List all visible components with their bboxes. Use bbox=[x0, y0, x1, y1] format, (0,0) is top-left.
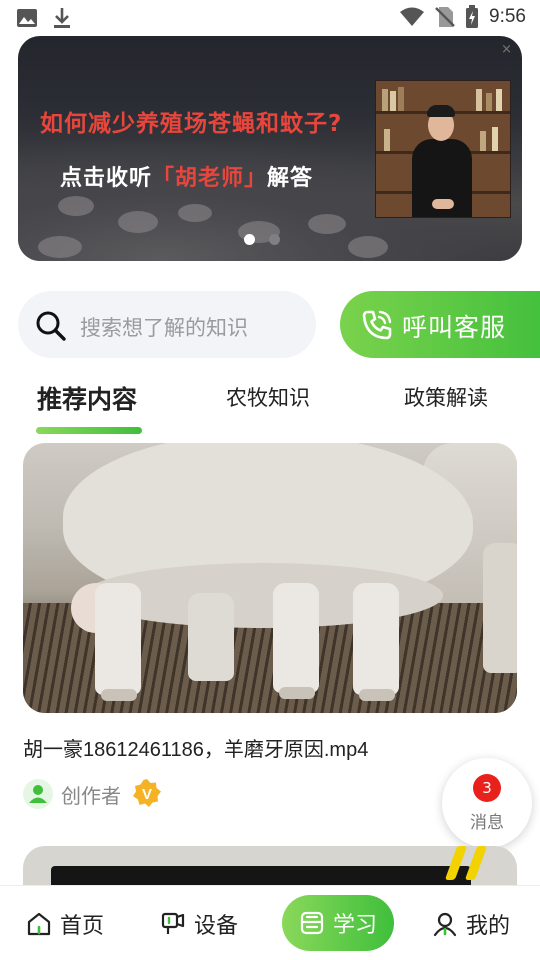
sheep-leg bbox=[483, 543, 517, 673]
sheep-hoof bbox=[359, 689, 395, 701]
nav-mine[interactable]: 我的 bbox=[432, 908, 510, 940]
book bbox=[496, 89, 502, 111]
book bbox=[486, 93, 492, 111]
tab-farming-knowledge[interactable]: 农牧知识 bbox=[226, 382, 310, 412]
thumbnail-yellow-mark bbox=[464, 846, 488, 880]
profile-icon bbox=[433, 912, 457, 937]
sheep-leg bbox=[188, 593, 234, 681]
book bbox=[384, 129, 390, 151]
book bbox=[390, 91, 396, 111]
carousel-dot[interactable] bbox=[269, 234, 280, 245]
banner-subtitle-prefix: 点击收听 bbox=[60, 166, 153, 191]
messages-button[interactable]: 3 消息 bbox=[442, 758, 532, 848]
tab-policy-interpretation[interactable]: 政策解读 bbox=[404, 382, 488, 412]
author-name: 创作者 bbox=[61, 784, 121, 808]
device-icon bbox=[161, 912, 185, 934]
banner-sheep bbox=[308, 214, 346, 234]
user-icon bbox=[29, 785, 47, 803]
nav-devices-label: 设备 bbox=[194, 914, 239, 939]
book bbox=[476, 89, 482, 111]
carousel-dots bbox=[244, 234, 280, 245]
bottom-navigation: 首页 设备 学习 我的 bbox=[0, 885, 540, 960]
speaker-hands bbox=[432, 199, 454, 209]
tab-recommended[interactable]: 推荐内容 bbox=[37, 380, 137, 416]
banner-sheep bbox=[348, 236, 388, 258]
nav-learn-label: 学习 bbox=[332, 913, 377, 938]
nav-learn[interactable]: 学习 bbox=[282, 895, 394, 951]
battery-charging-icon bbox=[466, 5, 479, 28]
image-icon bbox=[17, 9, 37, 27]
home-icon bbox=[27, 912, 51, 936]
book-icon bbox=[300, 911, 324, 935]
book bbox=[480, 131, 486, 151]
book bbox=[382, 89, 388, 111]
banner-sheep bbox=[118, 211, 158, 233]
no-sim-icon bbox=[435, 7, 455, 27]
book bbox=[398, 87, 404, 111]
active-tab-indicator bbox=[36, 427, 142, 434]
sheep-hoof bbox=[101, 689, 137, 701]
nav-home-label: 首页 bbox=[60, 914, 105, 939]
book bbox=[492, 127, 498, 151]
promo-banner[interactable]: 如何减少养殖场苍蝇和蚊子? 点击收听「胡老师」解答 × bbox=[18, 36, 522, 261]
banner-subtitle-highlight: 「胡老师」 bbox=[152, 166, 268, 191]
feed-card-thumbnail[interactable] bbox=[23, 443, 517, 713]
banner-sheep bbox=[38, 236, 82, 258]
banner-close-icon[interactable]: × bbox=[501, 42, 512, 57]
download-icon bbox=[54, 8, 70, 28]
author-avatar bbox=[23, 779, 53, 809]
banner-speaker-photo bbox=[375, 80, 511, 218]
banner-subtitle: 点击收听「胡老师」解答 bbox=[60, 160, 313, 192]
search-placeholder: 搜索想了解的知识 bbox=[80, 316, 248, 340]
wifi-icon bbox=[400, 7, 425, 26]
nav-mine-label: 我的 bbox=[466, 914, 511, 939]
banner-subtitle-suffix: 解答 bbox=[267, 166, 314, 191]
nav-devices[interactable]: 设备 bbox=[160, 908, 238, 940]
call-service-button[interactable]: 呼叫客服 bbox=[340, 291, 540, 358]
feed-card-title[interactable]: 胡一豪18612461186，羊磨牙原因.mp4 bbox=[23, 733, 368, 762]
carousel-dot-active[interactable] bbox=[244, 234, 255, 245]
banner-sheep bbox=[178, 204, 212, 222]
speaker-hair bbox=[427, 105, 455, 117]
search-icon bbox=[36, 311, 66, 341]
status-bar: 9:56 bbox=[0, 0, 540, 36]
sheep-leg bbox=[273, 583, 319, 693]
banner-sheep bbox=[58, 196, 94, 216]
verified-badge-icon: V bbox=[133, 779, 161, 807]
badge-letter: V bbox=[142, 786, 152, 803]
sheep-leg bbox=[353, 583, 399, 695]
status-time: 9:56 bbox=[489, 6, 526, 27]
call-service-label: 呼叫客服 bbox=[402, 313, 507, 342]
banner-title: 如何减少养殖场苍蝇和蚊子? bbox=[40, 111, 343, 137]
messages-label: 消息 bbox=[470, 813, 504, 833]
nav-home[interactable]: 首页 bbox=[26, 908, 104, 940]
sheep-hoof bbox=[279, 687, 315, 699]
phone-icon bbox=[362, 310, 392, 340]
message-count-badge: 3 bbox=[473, 774, 501, 802]
search-input[interactable]: 搜索想了解的知识 bbox=[18, 291, 316, 358]
sheep-leg bbox=[95, 583, 141, 695]
